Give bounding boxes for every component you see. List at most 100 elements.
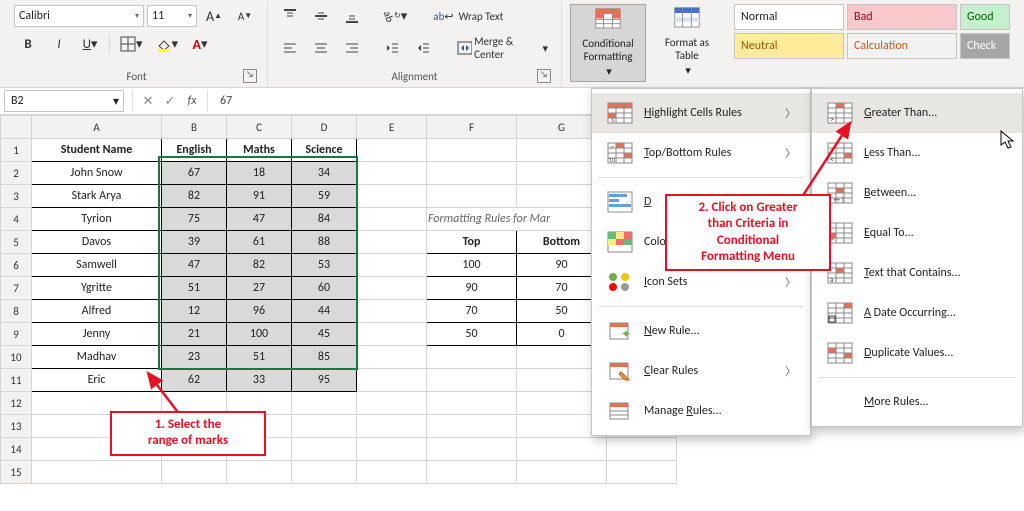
- bold-button[interactable]: B: [14, 32, 42, 56]
- insert-function-button[interactable]: fx: [181, 94, 203, 108]
- menu-clear-rules[interactable]: Clear Rules 〉: [592, 351, 810, 391]
- row-header[interactable]: 5: [1, 231, 32, 254]
- submenu-more-rules[interactable]: More Rules...: [812, 382, 1022, 422]
- cell[interactable]: [607, 438, 677, 461]
- cell[interactable]: [292, 461, 357, 484]
- cell[interactable]: [32, 438, 162, 461]
- cell[interactable]: [357, 346, 427, 369]
- cell[interactable]: 45: [292, 323, 357, 346]
- style-calculation[interactable]: Calculation: [847, 33, 957, 59]
- cell[interactable]: [292, 438, 357, 461]
- col-header[interactable]: F: [427, 116, 517, 139]
- cell[interactable]: [517, 461, 607, 484]
- submenu-less-than[interactable]: < Less Than...: [812, 133, 1022, 173]
- cell[interactable]: 59: [292, 185, 357, 208]
- format-as-table-button[interactable]: Format as Table▾: [650, 4, 724, 80]
- conditional-formatting-button[interactable]: Conditional Formatting▾: [570, 4, 646, 82]
- cell[interactable]: 84: [292, 208, 357, 231]
- cell[interactable]: 53: [292, 254, 357, 277]
- cell[interactable]: [427, 415, 517, 438]
- cell[interactable]: [357, 277, 427, 300]
- cell[interactable]: Top: [427, 231, 517, 254]
- cell[interactable]: [357, 208, 427, 231]
- submenu-date-occurring[interactable]: A Date Occurring...: [812, 293, 1022, 333]
- orientation-button[interactable]: ab↻▾: [378, 4, 412, 28]
- enter-button[interactable]: ✓: [159, 94, 181, 109]
- cell-styles-gallery[interactable]: Normal Bad Good Neutral Calculation Chec…: [734, 4, 1010, 59]
- cell[interactable]: 75: [162, 208, 227, 231]
- font-name-dropdown[interactable]: Calibri ▾: [14, 5, 144, 27]
- cell[interactable]: [162, 415, 227, 438]
- row-header[interactable]: 1: [1, 139, 32, 162]
- menu-new-rule[interactable]: ✦ New Rule...: [592, 311, 810, 351]
- submenu-between[interactable]: |↔| Between...: [812, 173, 1022, 213]
- name-box[interactable]: B2 ▾: [4, 90, 124, 112]
- italic-button[interactable]: I: [45, 32, 73, 56]
- col-header[interactable]: E: [357, 116, 427, 139]
- cell[interactable]: [357, 162, 427, 185]
- cell[interactable]: [357, 438, 427, 461]
- cell[interactable]: 61: [227, 231, 292, 254]
- row-header[interactable]: 13: [1, 415, 32, 438]
- cell[interactable]: Alfred: [32, 300, 162, 323]
- cell[interactable]: [162, 438, 227, 461]
- style-neutral[interactable]: Neutral: [734, 33, 844, 59]
- fill-color-button[interactable]: ▾: [151, 32, 184, 56]
- cell[interactable]: [357, 369, 427, 392]
- cell[interactable]: Tyrion: [32, 208, 162, 231]
- row-header[interactable]: 9: [1, 323, 32, 346]
- cell[interactable]: 62: [162, 369, 227, 392]
- menu-top-bottom-rules[interactable]: 10 Top/Bottom Rules 〉: [592, 133, 810, 173]
- cell[interactable]: Samwell: [32, 254, 162, 277]
- menu-manage-rules[interactable]: Manage Rules...: [592, 391, 810, 431]
- cell[interactable]: [162, 392, 227, 415]
- align-center-button[interactable]: [307, 36, 335, 60]
- style-good[interactable]: Good: [960, 4, 1010, 30]
- cell[interactable]: [427, 185, 517, 208]
- cell[interactable]: English: [162, 139, 227, 162]
- cell[interactable]: 18: [227, 162, 292, 185]
- menu-icon-sets[interactable]: Icon Sets 〉: [592, 262, 810, 302]
- cell[interactable]: 21: [162, 323, 227, 346]
- increase-font-button[interactable]: A▲: [200, 4, 228, 28]
- col-header[interactable]: A: [32, 116, 162, 139]
- cell[interactable]: Madhav: [32, 346, 162, 369]
- font-color-button[interactable]: A▾: [186, 32, 214, 56]
- decrease-font-button[interactable]: A▼: [231, 4, 259, 28]
- style-check-cell[interactable]: Check: [960, 33, 1010, 59]
- cell[interactable]: [32, 392, 162, 415]
- style-bad[interactable]: Bad: [847, 4, 957, 30]
- cell[interactable]: [357, 139, 427, 162]
- cell[interactable]: Eric: [32, 369, 162, 392]
- row-header[interactable]: 6: [1, 254, 32, 277]
- col-header[interactable]: B: [162, 116, 227, 139]
- cell[interactable]: 12: [162, 300, 227, 323]
- align-middle-button[interactable]: [307, 4, 335, 28]
- cell[interactable]: 33: [227, 369, 292, 392]
- row-header[interactable]: 7: [1, 277, 32, 300]
- cell[interactable]: Davos: [32, 231, 162, 254]
- cell[interactable]: Student Name: [32, 139, 162, 162]
- cell[interactable]: [427, 392, 517, 415]
- cancel-button[interactable]: ✕: [137, 94, 159, 109]
- cell[interactable]: [607, 461, 677, 484]
- cell[interactable]: 82: [162, 185, 227, 208]
- row-header[interactable]: 15: [1, 461, 32, 484]
- cell[interactable]: Stark Arya: [32, 185, 162, 208]
- cell[interactable]: [357, 415, 427, 438]
- wrap-text-button[interactable]: ab↩ Wrap Text: [428, 4, 508, 28]
- cell[interactable]: Maths: [227, 139, 292, 162]
- cell[interactable]: 51: [162, 277, 227, 300]
- col-header[interactable]: D: [292, 116, 357, 139]
- dialog-launcher-icon[interactable]: ↘: [243, 69, 257, 83]
- cell[interactable]: [357, 323, 427, 346]
- row-header[interactable]: 10: [1, 346, 32, 369]
- cell[interactable]: Ygritte: [32, 277, 162, 300]
- cell[interactable]: 60: [292, 277, 357, 300]
- cell[interactable]: 95: [292, 369, 357, 392]
- row-header[interactable]: 11: [1, 369, 32, 392]
- cell[interactable]: 47: [162, 254, 227, 277]
- increase-indent-button[interactable]: [409, 36, 437, 60]
- cell[interactable]: [517, 438, 607, 461]
- cell[interactable]: 91: [227, 185, 292, 208]
